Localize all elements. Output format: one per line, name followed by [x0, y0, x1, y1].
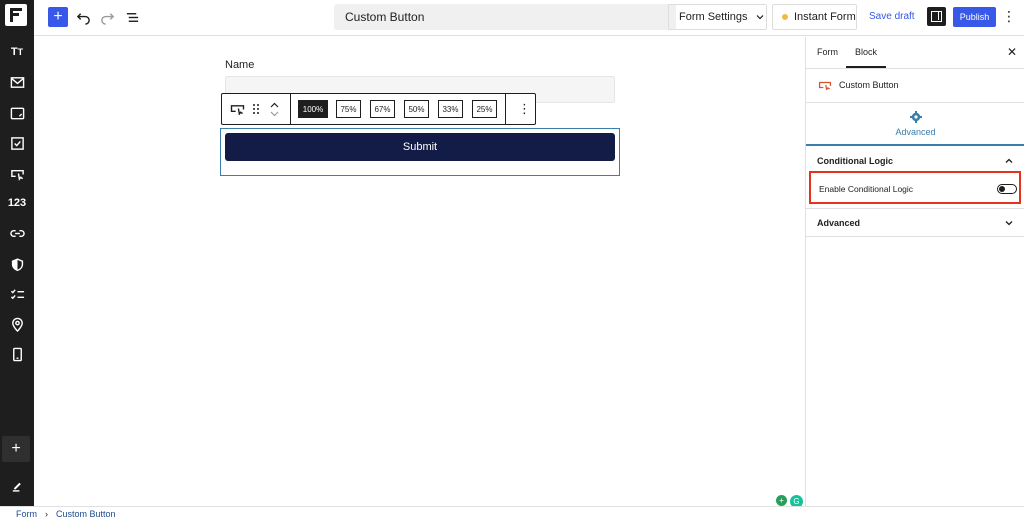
app: TT 123 + + Custom Button Form Settings I… [0, 0, 1024, 521]
block-card: Custom Button [806, 69, 1024, 103]
drag-handle-icon[interactable] [252, 94, 260, 124]
advanced-tab-label: Advanced [895, 127, 936, 137]
breadcrumb-root[interactable]: Form [16, 509, 37, 519]
document-title[interactable]: Custom Button [334, 4, 676, 30]
width-option-33[interactable]: 33% [438, 100, 463, 118]
left-rail: TT 123 + [0, 0, 34, 506]
save-draft-button[interactable]: Save draft [869, 11, 915, 22]
editor-canvas: Name 100% 75% 67% 50% 33% 25% ⋮ Submit +… [34, 37, 805, 508]
breadcrumb-separator-icon: › [45, 509, 48, 519]
width-option-67[interactable]: 67% [370, 100, 395, 118]
settings-sidebar: Form Block ✕ Custom Button Advanced Cond… [805, 37, 1024, 506]
chevron-down-icon [757, 15, 764, 20]
number-block-icon[interactable]: 123 [0, 192, 34, 214]
move-up-down-icon[interactable] [270, 94, 279, 124]
tab-form[interactable]: Form [817, 47, 838, 57]
block-card-title: Custom Button [839, 80, 899, 90]
link-icon[interactable] [0, 222, 34, 244]
name-field-label: Name [225, 59, 255, 71]
document-overview-icon[interactable] [123, 8, 141, 26]
advanced-section-title[interactable]: Advanced [817, 218, 860, 228]
enable-conditional-logic-toggle[interactable] [997, 184, 1017, 194]
advanced-panel: Advanced [806, 209, 1024, 237]
settings-panel-icon[interactable] [927, 7, 946, 26]
app-logo[interactable] [5, 4, 27, 26]
phone-icon[interactable] [0, 343, 34, 365]
breadcrumb-current[interactable]: Custom Button [56, 509, 116, 519]
checklist-icon[interactable] [0, 283, 34, 305]
checkbox-icon[interactable] [0, 132, 34, 154]
add-circle-icon[interactable]: + [776, 495, 787, 506]
redo-icon[interactable] [98, 8, 116, 26]
instant-form-label: Instant Form [794, 11, 856, 23]
form-settings-button[interactable]: Form Settings [668, 4, 767, 30]
enable-conditional-logic-row: Enable Conditional Logic [809, 171, 1021, 204]
active-tab-indicator [846, 66, 886, 68]
instant-form-button[interactable]: Instant Form [772, 4, 857, 30]
pencil-icon[interactable] [0, 474, 34, 496]
button-block-icon[interactable] [0, 162, 34, 184]
sidebar-tabs: Form Block ✕ [806, 37, 1024, 69]
envelope-icon[interactable] [0, 71, 34, 93]
enable-conditional-logic-label: Enable Conditional Logic [819, 184, 914, 194]
add-block-button[interactable]: + [48, 7, 68, 27]
tab-block[interactable]: Block [855, 47, 877, 57]
width-option-100[interactable]: 100% [298, 100, 328, 118]
button-block-icon [818, 81, 832, 90]
undo-icon[interactable] [74, 8, 92, 26]
text-block-icon[interactable]: TT [0, 41, 34, 63]
form-settings-label: Form Settings [679, 11, 748, 23]
submit-button[interactable]: Submit [225, 133, 615, 161]
button-block-icon[interactable] [230, 94, 245, 124]
status-dot-icon [782, 14, 788, 20]
close-icon[interactable]: ✕ [1007, 45, 1017, 59]
width-option-25[interactable]: 25% [472, 100, 497, 118]
block-toolbar: 100% 75% 67% 50% 33% 25% ⋮ [221, 93, 536, 125]
publish-button[interactable]: Publish [953, 7, 996, 27]
width-option-75[interactable]: 75% [336, 100, 361, 118]
conditional-logic-title[interactable]: Conditional Logic [817, 156, 893, 166]
more-options-icon[interactable]: ⋮ [1002, 8, 1016, 25]
gear-icon [910, 111, 922, 123]
location-pin-icon[interactable] [0, 313, 34, 335]
top-toolbar: + Custom Button Form Settings Instant Fo… [34, 0, 1024, 36]
shield-icon[interactable] [0, 253, 34, 275]
textarea-icon[interactable] [0, 102, 34, 124]
chevron-up-icon[interactable] [1004, 156, 1014, 166]
tab-advanced[interactable]: Advanced [806, 103, 1024, 146]
breadcrumb: Form › Custom Button [0, 506, 1024, 521]
chevron-down-icon[interactable] [1004, 218, 1014, 228]
width-option-50[interactable]: 50% [404, 100, 429, 118]
add-block-icon[interactable]: + [2, 436, 30, 462]
block-options-icon[interactable]: ⋮ [518, 94, 531, 124]
